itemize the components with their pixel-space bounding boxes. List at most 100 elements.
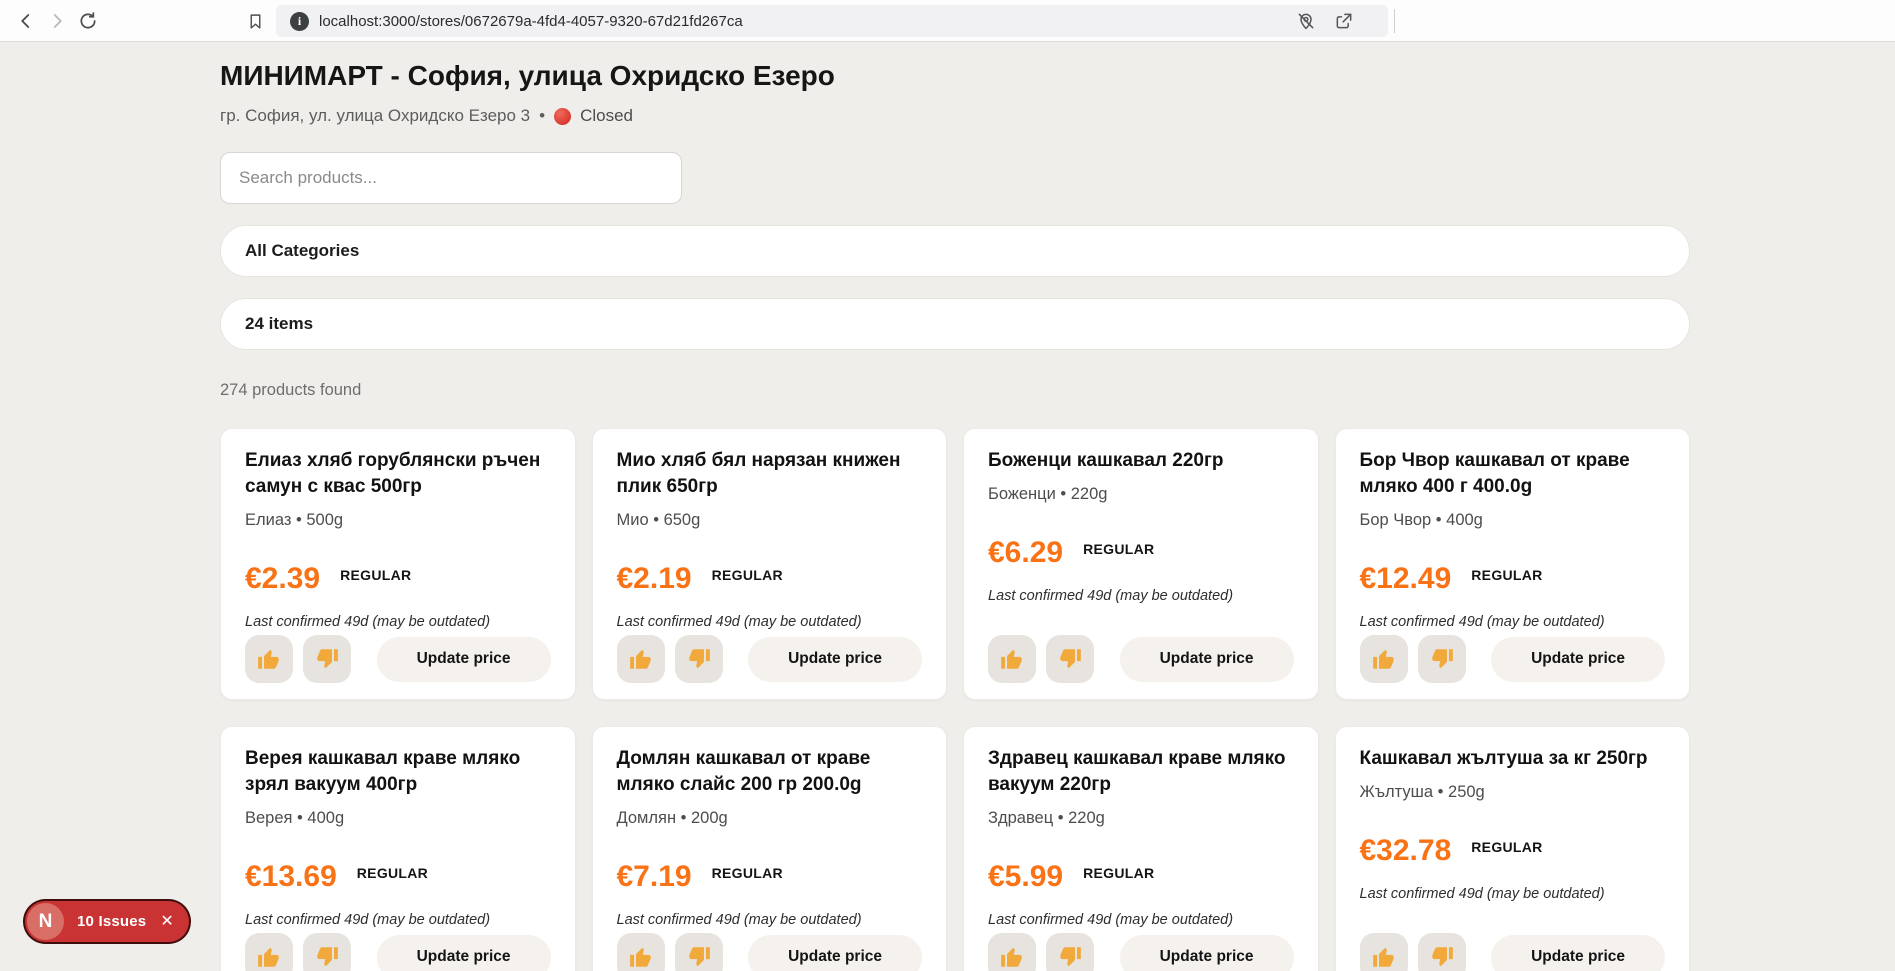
- product-brand-size: Боженци • 220g: [988, 485, 1108, 503]
- update-price-button[interactable]: Update price: [1119, 636, 1294, 682]
- thumbs-down-button[interactable]: [1417, 635, 1466, 683]
- product-price: €12.49: [1359, 562, 1452, 595]
- card-actions: Update price: [245, 635, 551, 683]
- price-row: €5.99 REGULAR: [988, 862, 1294, 892]
- page-size-select-value: 24 items: [245, 314, 314, 333]
- product-price: €2.19: [616, 562, 692, 595]
- card-actions: Update price: [616, 933, 922, 971]
- product-title: Домлян кашкавал от краве мляко слайс 200…: [616, 748, 871, 795]
- product-card: Домлян кашкавал от краве мляко слайс 200…: [591, 726, 947, 971]
- card-actions: Update price: [1359, 933, 1665, 971]
- last-confirmed-note: Last confirmed 49d (may be outdated): [988, 588, 1234, 604]
- page-size-select[interactable]: 24 items: [220, 298, 1690, 350]
- location-off-icon: [1298, 13, 1314, 30]
- thumbs-up-button[interactable]: [988, 933, 1036, 971]
- thumbs-up-button[interactable]: [988, 635, 1036, 683]
- price-type-badge: REGULAR: [356, 865, 429, 881]
- thumbs-down-button[interactable]: [1046, 635, 1094, 683]
- store-title: МИНИМАРТ - София, улица Охридско Езеро: [220, 60, 835, 91]
- browser-back-button[interactable]: [14, 9, 38, 33]
- thumbs-up-icon: [1372, 649, 1394, 669]
- card-actions: Update price: [616, 635, 922, 683]
- issues-count-label: 10 Issues: [77, 913, 147, 930]
- dev-issues-badge[interactable]: N 10 Issues ✕: [23, 899, 191, 944]
- thumbs-down-button[interactable]: [1417, 933, 1466, 971]
- price-type-badge: REGULAR: [1083, 541, 1155, 557]
- update-price-button[interactable]: Update price: [376, 636, 551, 682]
- product-title: Елиаз хляб горублянски ръчен самун с ква…: [245, 450, 541, 497]
- address-bar-actions: [1294, 9, 1388, 33]
- product-title: Боженци кашкавал 220гр: [988, 450, 1224, 471]
- last-confirmed-note: Last confirmed 49d (may be outdated): [616, 912, 862, 928]
- update-price-button[interactable]: Update price: [748, 934, 922, 971]
- bookmark-button[interactable]: [243, 9, 267, 33]
- thumbs-up-button[interactable]: [616, 933, 665, 971]
- status-closed-dot-icon: [554, 107, 572, 125]
- product-title: Бор Чвор кашкавал от краве мляко 400 г 4…: [1359, 450, 1630, 497]
- price-type-badge: REGULAR: [340, 567, 412, 583]
- results-count: 274 products found: [220, 381, 362, 399]
- browser-forward-button[interactable]: [45, 9, 69, 33]
- product-brand-size: Жълтуша • 250g: [1359, 783, 1485, 801]
- price-row: €6.29 REGULAR: [988, 538, 1294, 568]
- product-price: €32.78: [1359, 834, 1452, 867]
- search-input[interactable]: [220, 152, 682, 204]
- thumbs-down-icon: [688, 649, 710, 669]
- product-card: Мио хляб бял нарязан книжен плик 650гр М…: [591, 428, 947, 700]
- url-text[interactable]: localhost:3000/stores/0672679a-4fd4-4057…: [319, 13, 743, 30]
- thumbs-up-button[interactable]: [245, 635, 293, 683]
- location-blocked-button[interactable]: [1294, 9, 1318, 33]
- price-type-badge: REGULAR: [711, 567, 783, 583]
- thumbs-down-button[interactable]: [674, 933, 723, 971]
- product-brand-size: Елиаз • 500g: [245, 511, 344, 529]
- card-actions: Update price: [1359, 635, 1665, 683]
- thumbs-up-icon: [1372, 947, 1394, 967]
- nextjs-logo-icon: N: [27, 903, 64, 940]
- chevron-left-icon: [21, 14, 30, 28]
- price-row: €2.19 REGULAR: [617, 564, 923, 594]
- share-button[interactable]: [1332, 9, 1356, 33]
- thumbs-up-icon: [258, 947, 279, 967]
- thumbs-down-button[interactable]: [303, 635, 351, 683]
- thumbs-down-button[interactable]: [303, 933, 351, 971]
- price-type-badge: REGULAR: [1471, 839, 1543, 855]
- bookmark-icon: [250, 13, 260, 29]
- price-type-badge: REGULAR: [1083, 865, 1155, 881]
- product-brand-size: Верея • 400g: [245, 809, 345, 827]
- product-card: Верея кашкавал краве мляко зрял вакуум 4…: [220, 726, 576, 971]
- thumbs-down-icon: [1060, 649, 1081, 669]
- store-status: Closed: [580, 106, 633, 125]
- address-bar[interactable]: i localhost:3000/stores/0672679a-4fd4-40…: [276, 5, 1388, 37]
- store-subtitle: гр. София, ул. улица Охридско Езеро 3 • …: [220, 106, 1690, 126]
- update-price-button[interactable]: Update price: [1119, 934, 1294, 971]
- price-row: €13.69 REGULAR: [245, 862, 551, 892]
- toolbar-divider: [1394, 9, 1395, 33]
- thumbs-down-button[interactable]: [1046, 933, 1094, 971]
- browser-chrome: i localhost:3000/stores/0672679a-4fd4-40…: [0, 0, 1895, 42]
- update-price-button[interactable]: Update price: [376, 934, 551, 971]
- thumbs-down-icon: [317, 947, 338, 967]
- store-address: гр. София, ул. улица Охридско Езеро 3: [220, 106, 531, 125]
- site-info-icon[interactable]: i: [290, 11, 309, 31]
- thumbs-down-button[interactable]: [674, 635, 723, 683]
- update-price-button[interactable]: Update price: [748, 636, 922, 682]
- thumbs-up-button[interactable]: [245, 933, 293, 971]
- update-price-button[interactable]: Update price: [1491, 636, 1665, 682]
- product-title: Кашкавал жълтуша за кг 250гр: [1359, 748, 1648, 769]
- close-issues-badge-button[interactable]: ✕: [160, 913, 173, 930]
- category-select[interactable]: All Categories: [220, 225, 1690, 277]
- browser-reload-button[interactable]: [76, 9, 100, 33]
- last-confirmed-note: Last confirmed 49d (may be outdated): [1359, 886, 1605, 902]
- thumbs-up-button[interactable]: [1359, 635, 1408, 683]
- product-price: €13.69: [245, 860, 337, 893]
- thumbs-down-icon: [1431, 649, 1453, 669]
- update-price-button[interactable]: Update price: [1491, 934, 1665, 971]
- card-actions: Update price: [245, 933, 551, 971]
- thumbs-up-icon: [1001, 649, 1022, 669]
- thumbs-up-button[interactable]: [1359, 933, 1408, 971]
- product-card: Кашкавал жълтуша за кг 250гр Жълтуша • 2…: [1334, 726, 1690, 971]
- thumbs-up-button[interactable]: [616, 635, 665, 683]
- product-card: Бор Чвор кашкавал от краве мляко 400 г 4…: [1334, 428, 1690, 700]
- product-price: €7.19: [616, 860, 692, 893]
- card-actions: Update price: [988, 933, 1294, 971]
